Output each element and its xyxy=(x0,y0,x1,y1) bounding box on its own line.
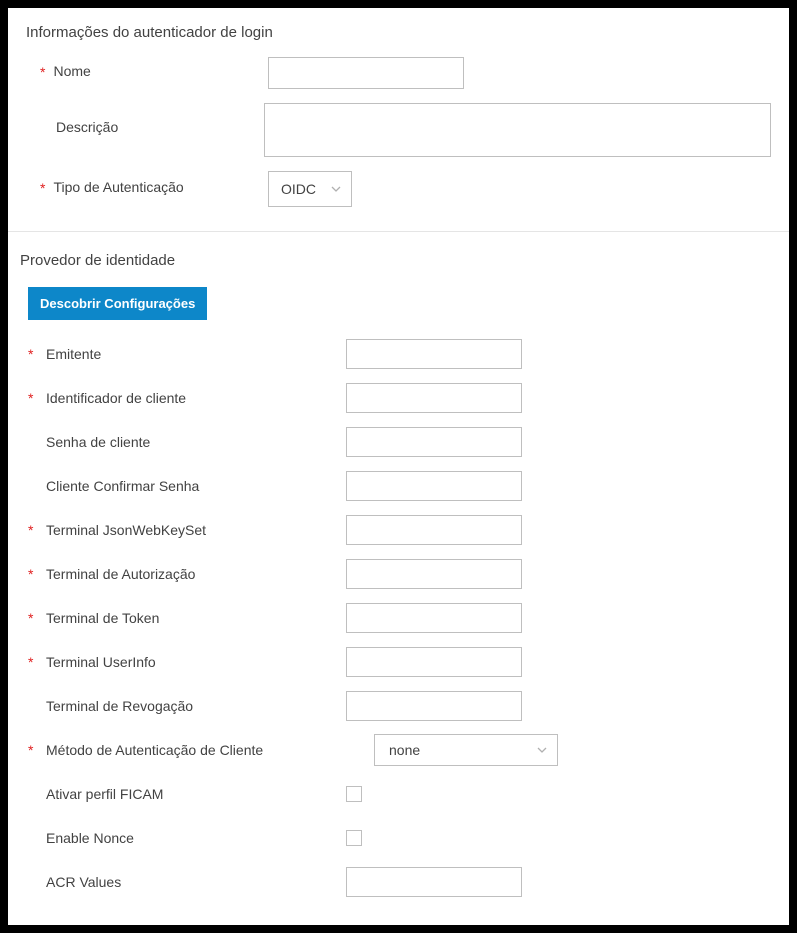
row-description: Descrição xyxy=(26,103,771,157)
client-id-label: Identificador de cliente xyxy=(42,390,186,406)
description-textarea[interactable] xyxy=(264,103,771,157)
auth-type-label: Tipo de Autenticação xyxy=(53,179,183,195)
required-asterisk: * xyxy=(28,346,42,362)
identity-provider-section: Provedor de identidade Descobrir Configu… xyxy=(8,232,789,920)
name-label: Nome xyxy=(53,63,90,79)
row-auth-endpoint: *Terminal de Autorização xyxy=(20,552,771,596)
description-label: Descrição xyxy=(56,119,118,135)
row-revocation-endpoint: Terminal de Revogação xyxy=(20,684,771,728)
row-name: * Nome xyxy=(26,57,771,89)
label-col: * Tipo de Autenticação xyxy=(26,179,268,199)
auth-endpoint-input[interactable] xyxy=(346,559,522,589)
client-auth-method-select[interactable]: none xyxy=(374,734,558,766)
client-confirm-input[interactable] xyxy=(346,471,522,501)
jwks-label: Terminal JsonWebKeySet xyxy=(42,522,206,538)
userinfo-endpoint-label: Terminal UserInfo xyxy=(42,654,156,670)
ficam-checkbox[interactable] xyxy=(346,786,362,802)
required-asterisk: * xyxy=(40,179,45,199)
row-ficam: Ativar perfil FICAM xyxy=(20,772,771,816)
form-panel: Informações do autenticador de login * N… xyxy=(8,8,789,925)
jwks-input[interactable] xyxy=(346,515,522,545)
login-authenticator-section: Informações do autenticador de login * N… xyxy=(8,8,789,231)
row-jwks: *Terminal JsonWebKeySet xyxy=(20,508,771,552)
chevron-down-icon xyxy=(537,747,547,753)
row-client-secret: Senha de cliente xyxy=(20,420,771,464)
row-userinfo-endpoint: *Terminal UserInfo xyxy=(20,640,771,684)
revocation-endpoint-input[interactable] xyxy=(346,691,522,721)
nonce-label: Enable Nonce xyxy=(42,830,134,846)
name-input[interactable] xyxy=(268,57,464,89)
acr-input[interactable] xyxy=(346,867,522,897)
token-endpoint-input[interactable] xyxy=(346,603,522,633)
issuer-label: Emitente xyxy=(42,346,101,362)
auth-type-value: OIDC xyxy=(281,181,316,197)
acr-label: ACR Values xyxy=(42,874,121,890)
ficam-label: Ativar perfil FICAM xyxy=(42,786,163,802)
section1-title: Informações do autenticador de login xyxy=(26,24,771,41)
required-asterisk: * xyxy=(28,566,42,582)
client-secret-label: Senha de cliente xyxy=(42,434,150,450)
nonce-checkbox[interactable] xyxy=(346,830,362,846)
row-client-id: *Identificador de cliente xyxy=(20,376,771,420)
chevron-down-icon xyxy=(331,186,341,192)
row-token-endpoint: *Terminal de Token xyxy=(20,596,771,640)
row-client-auth-method: *Método de Autenticação de Cliente none xyxy=(20,728,771,772)
row-client-confirm: Cliente Confirmar Senha xyxy=(20,464,771,508)
required-asterisk: * xyxy=(28,742,42,758)
section2-title: Provedor de identidade xyxy=(20,252,771,269)
token-endpoint-label: Terminal de Token xyxy=(42,610,159,626)
client-auth-method-label: Método de Autenticação de Cliente xyxy=(42,742,263,758)
label-col: Descrição xyxy=(26,103,264,135)
client-confirm-label: Cliente Confirmar Senha xyxy=(42,478,199,494)
auth-type-select[interactable]: OIDC xyxy=(268,171,352,207)
row-auth-type: * Tipo de Autenticação OIDC xyxy=(26,171,771,207)
auth-endpoint-label: Terminal de Autorização xyxy=(42,566,195,582)
row-issuer: *Emitente xyxy=(20,332,771,376)
required-asterisk: * xyxy=(28,522,42,538)
required-asterisk: * xyxy=(28,654,42,670)
row-nonce: Enable Nonce xyxy=(20,816,771,860)
label-col: * Nome xyxy=(26,63,268,83)
required-asterisk: * xyxy=(40,63,45,83)
client-auth-method-value: none xyxy=(389,742,420,758)
client-id-input[interactable] xyxy=(346,383,522,413)
row-acr: ACR Values xyxy=(20,860,771,904)
issuer-input[interactable] xyxy=(346,339,522,369)
required-asterisk: * xyxy=(28,390,42,406)
client-secret-input[interactable] xyxy=(346,427,522,457)
discover-configurations-button[interactable]: Descobrir Configurações xyxy=(28,287,207,320)
required-asterisk: * xyxy=(28,610,42,626)
userinfo-endpoint-input[interactable] xyxy=(346,647,522,677)
revocation-endpoint-label: Terminal de Revogação xyxy=(42,698,193,714)
